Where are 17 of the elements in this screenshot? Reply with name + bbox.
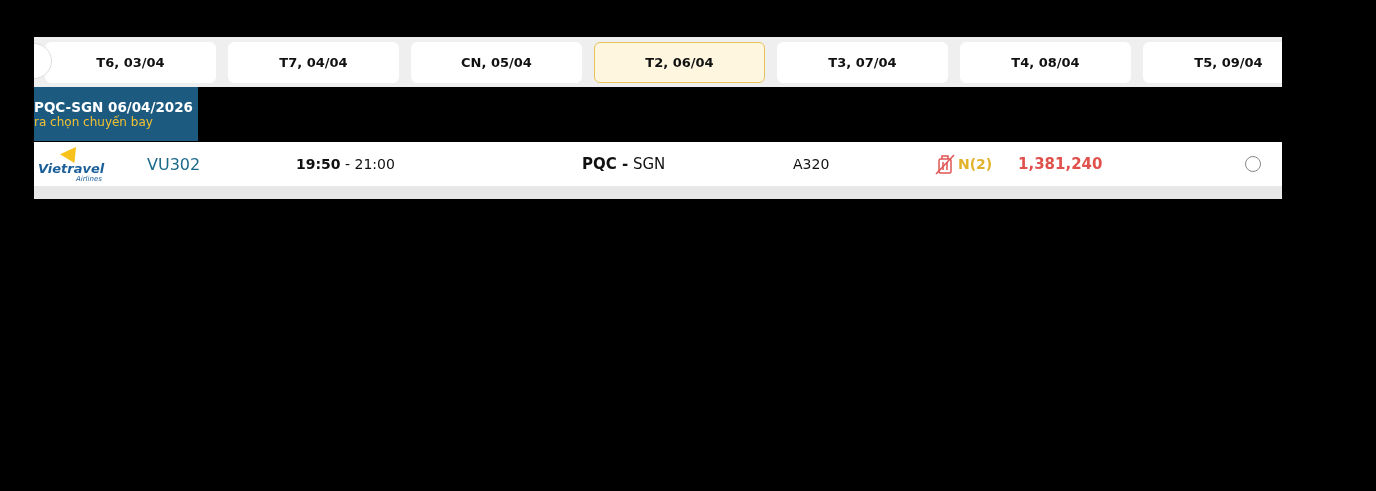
fare-class: N(2)	[958, 156, 994, 172]
logo-name: Vietravel	[38, 162, 105, 175]
flight-time: 19:50 - 21:00	[296, 156, 396, 172]
date-tab[interactable]: T6, 03/04	[45, 41, 216, 83]
route-subtitle: ra chọn chuyến bay	[34, 115, 154, 129]
flight-route: PQC - SGN	[582, 155, 667, 173]
date-tab[interactable]: T3, 07/04	[777, 41, 948, 83]
route-title: PQC-SGN 06/04/2026	[34, 99, 194, 115]
wing-logo-icon	[58, 147, 78, 163]
price: 1,381,240	[1018, 155, 1104, 173]
date-tab[interactable]: CN, 05/04	[411, 41, 582, 83]
flight-number: VU302	[147, 154, 202, 174]
date-tab[interactable]: T5, 09/04	[1143, 41, 1282, 83]
aircraft-type: A320	[793, 156, 831, 172]
date-tab[interactable]: T2, 06/04	[594, 41, 765, 83]
date-tab[interactable]: T7, 04/04	[228, 41, 399, 83]
date-tab[interactable]: T4, 08/04	[960, 41, 1131, 83]
